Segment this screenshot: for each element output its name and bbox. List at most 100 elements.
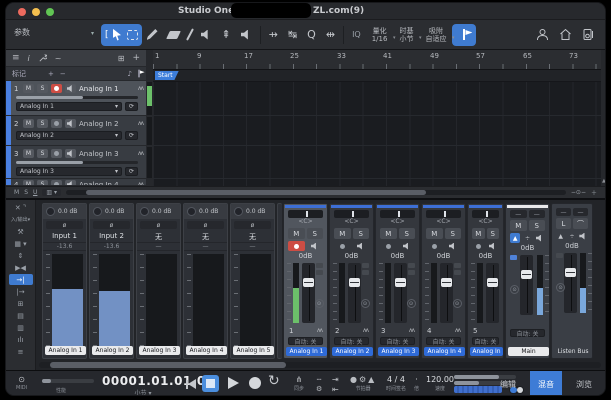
record-arm-button[interactable] — [426, 241, 443, 251]
spinner-button[interactable]: — — [529, 210, 546, 218]
track-name[interactable]: Analog In 1 — [79, 85, 135, 93]
track-name[interactable]: Analog In 2 — [79, 120, 135, 128]
pan-slider[interactable] — [426, 210, 461, 218]
dim-button[interactable]: ÷ — [567, 231, 576, 241]
record-arm-button[interactable] — [380, 241, 397, 251]
time-format-dropdown[interactable]: 小节 ▾ — [102, 388, 184, 396]
return-to-start-button[interactable] — [186, 379, 196, 389]
monitor-button[interactable] — [535, 233, 545, 243]
tempo-settings-button[interactable]: ╌ ⚙ — [316, 375, 322, 394]
input-label[interactable]: Analog In 4 — [186, 346, 227, 355]
dim-button[interactable]: ÷ — [522, 233, 532, 243]
mute-button[interactable]: M — [472, 228, 485, 239]
input-label[interactable]: Analog In 1 — [45, 346, 86, 355]
panel-icon[interactable]: ▥ — [9, 322, 33, 333]
fader-db-value[interactable]: 0dB — [284, 251, 327, 261]
mute-tool-button[interactable] — [196, 24, 217, 46]
insert-slot[interactable] — [408, 263, 415, 268]
pan-slider[interactable] — [288, 210, 323, 218]
cue-mix-knob[interactable]: ⊙ — [407, 299, 416, 308]
input-quantize-button[interactable]: IQ — [347, 24, 366, 46]
track-input-dropdown[interactable]: Analog In 3▾ — [16, 167, 122, 176]
fader-cap[interactable] — [487, 278, 498, 287]
zoom-out-icon[interactable]: −⊙− — [571, 189, 586, 196]
timestretch-button[interactable]: ↹ — [283, 24, 302, 46]
fader-track[interactable] — [520, 255, 533, 315]
automation-mode[interactable]: 自动: 关 — [472, 337, 499, 345]
track-volume-slider[interactable] — [16, 161, 138, 164]
input-label[interactable]: Analog In 5 — [233, 346, 274, 355]
record-arm-button[interactable] — [51, 84, 62, 93]
spinner-button[interactable]: — — [573, 208, 588, 216]
gain-knob[interactable] — [234, 207, 243, 216]
edit-view-button[interactable]: 编辑 — [492, 374, 524, 395]
monitor-button[interactable] — [65, 84, 76, 93]
phase-invert-button[interactable]: ø — [93, 221, 130, 229]
quantize-value-dropdown[interactable]: 量化 1/16 ▾ — [366, 27, 394, 43]
stop-button[interactable] — [202, 375, 219, 392]
gain-knob[interactable] — [187, 207, 196, 216]
flag-icon[interactable] — [138, 70, 139, 78]
snap-dropdown[interactable]: 吸附 自适应 ▾ — [419, 27, 452, 43]
mute-button[interactable]: M — [23, 149, 34, 158]
monitor-button[interactable] — [399, 241, 416, 251]
fader-track[interactable] — [564, 253, 577, 313]
loop-button[interactable]: ↻ — [268, 373, 280, 389]
input-strip-3[interactable]: 0.0 dB ø 无 — Analog In 3 — [136, 203, 181, 359]
phase-invert-button[interactable]: ø — [140, 221, 177, 229]
vertical-scrollbar[interactable]: ▲ — [601, 50, 606, 186]
link-button[interactable] — [510, 255, 517, 260]
fader-cap[interactable] — [349, 278, 360, 287]
input-label[interactable]: Analog In 3 — [139, 346, 180, 355]
fader-cap[interactable] — [395, 278, 406, 287]
send-slot[interactable] — [454, 270, 461, 275]
mute-button[interactable]: M — [334, 228, 351, 239]
channel-strip-5[interactable]: <C> MS 0dB 5 自动: 关 Analog In — [467, 203, 504, 359]
channel-strip-main[interactable]: —— MS ▲÷ 0dB ⊙ 自动: 关 Main — [505, 203, 550, 359]
channel-label[interactable]: Analog In — [470, 347, 503, 356]
record-arm-button[interactable] — [472, 241, 485, 251]
track-row-2[interactable]: 2 M S Analog In 2 ʌʌ Analog In 2▾ ⟳ — [6, 116, 146, 146]
browse-view-button[interactable]: 浏览 — [568, 374, 600, 395]
solo-button[interactable]: S — [445, 228, 462, 239]
track-input-dropdown[interactable]: Analog In 1▾ — [16, 102, 122, 111]
fader-db-value[interactable]: 0dB — [330, 251, 373, 261]
punch-buttons[interactable]: ⇥ ⇤ — [332, 375, 339, 394]
info-icon[interactable]: i — [28, 54, 30, 63]
input-source-name[interactable]: 无 — [184, 232, 227, 242]
insert-slot[interactable] — [316, 263, 323, 268]
mute-button[interactable]: M — [288, 228, 305, 239]
track-color-tab[interactable] — [6, 146, 11, 178]
horizontal-scrollbar[interactable] — [66, 190, 566, 195]
metronome-group[interactable]: ●⚙▲ 节拍器 — [350, 375, 376, 392]
mix-view-button[interactable]: 混音 — [530, 371, 562, 397]
gain-knob[interactable] — [140, 207, 149, 216]
fader-cap[interactable] — [441, 278, 452, 287]
monitor-button[interactable] — [65, 119, 76, 128]
track-list-options-icon[interactable]: ⊞ — [118, 54, 125, 63]
params-dropdown[interactable]: 参数 ▾ — [14, 27, 94, 38]
monitor-button[interactable] — [445, 241, 462, 251]
fader-db-value[interactable]: 0dB — [468, 251, 503, 261]
input-source-name[interactable]: Input 1 — [43, 232, 86, 242]
arrow-tool-group[interactable]: [ — [101, 24, 142, 46]
input-gain-button[interactable]: ⟳ — [125, 167, 138, 176]
record-arm-button[interactable] — [334, 241, 351, 251]
console-layout-dropdown[interactable]: ▦ ▾ — [9, 238, 33, 249]
narrow-channels-icon[interactable]: ▶◀ — [9, 262, 33, 273]
monitor-button[interactable] — [487, 241, 500, 251]
marker-lane[interactable]: Start — [153, 70, 601, 82]
scrollbar-thumb[interactable] — [86, 190, 426, 195]
channel-label[interactable]: Listen Bus — [554, 347, 592, 356]
global-mute-button[interactable]: M — [14, 189, 19, 196]
add-marker-button[interactable]: + — [48, 70, 54, 78]
close-window-button[interactable] — [18, 8, 26, 16]
input-label[interactable]: Analog In 2 — [92, 346, 133, 355]
monitor-button[interactable] — [353, 241, 370, 251]
solo-button[interactable]: S — [307, 228, 324, 239]
scroll-up-icon[interactable]: ▲ — [602, 178, 606, 184]
automation-mode[interactable]: 自动: 关 — [510, 329, 545, 337]
spinner-button[interactable]: — — [556, 208, 571, 216]
zoom-in-icon[interactable]: ＋ — [591, 188, 597, 197]
input-strip-5[interactable]: 0.0 dB ø 无 — Analog In 5 — [230, 203, 275, 359]
